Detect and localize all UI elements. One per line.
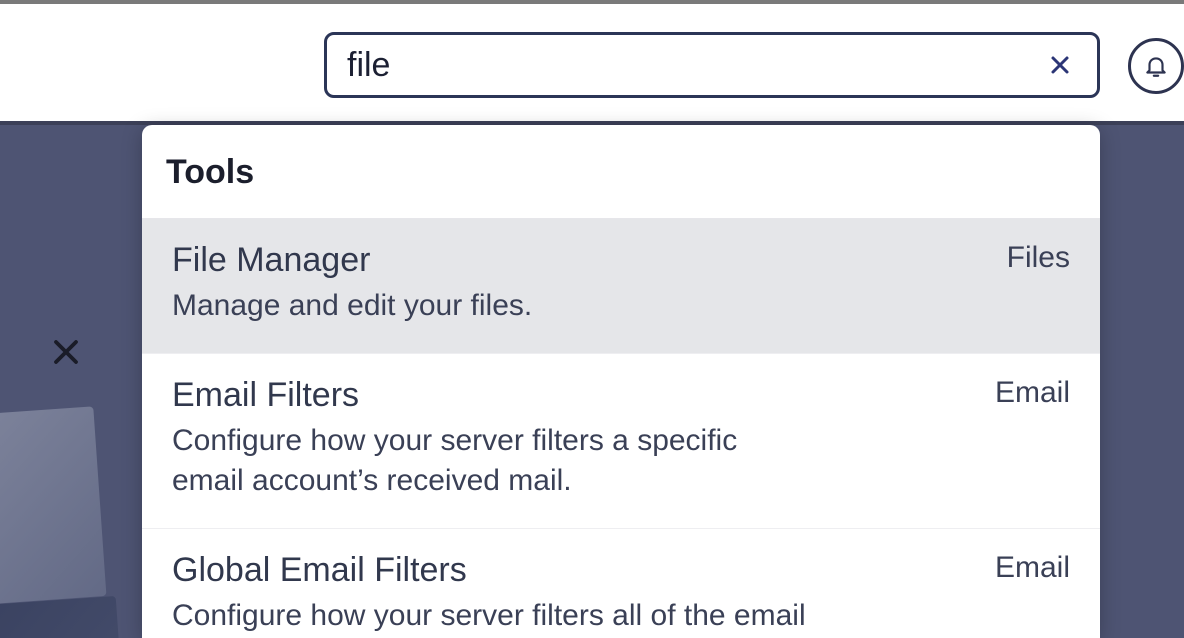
result-description: Configure how your server filters a spec… (172, 421, 812, 502)
search-field-wrap[interactable] (324, 32, 1100, 98)
result-description: Manage and edit your files. (172, 286, 812, 327)
panel-heading: Tools (142, 125, 1100, 219)
search-result-item[interactable]: Global Email Filters Email Configure how… (142, 529, 1100, 638)
close-icon (1048, 53, 1072, 77)
clear-search-button[interactable] (1043, 48, 1077, 82)
top-bar (0, 0, 1184, 121)
result-title: File Manager (172, 241, 370, 280)
close-icon (51, 337, 81, 367)
result-title: Email Filters (172, 376, 359, 415)
search-result-item[interactable]: Email Filters Email Configure how your s… (142, 354, 1100, 529)
bell-icon (1143, 53, 1169, 79)
background-card (0, 596, 124, 638)
notifications-button[interactable] (1128, 38, 1184, 94)
result-category: Files (1007, 241, 1070, 275)
result-category: Email (995, 551, 1070, 585)
background-card (0, 406, 106, 605)
result-title: Global Email Filters (172, 551, 467, 590)
search-input[interactable] (347, 46, 1043, 85)
result-category: Email (995, 376, 1070, 410)
close-overlay-button[interactable] (46, 332, 86, 372)
search-result-item[interactable]: File Manager Files Manage and edit your … (142, 219, 1100, 354)
result-description: Configure how your server filters all of… (172, 596, 812, 638)
search-results-panel: Tools File Manager Files Manage and edit… (142, 125, 1100, 638)
